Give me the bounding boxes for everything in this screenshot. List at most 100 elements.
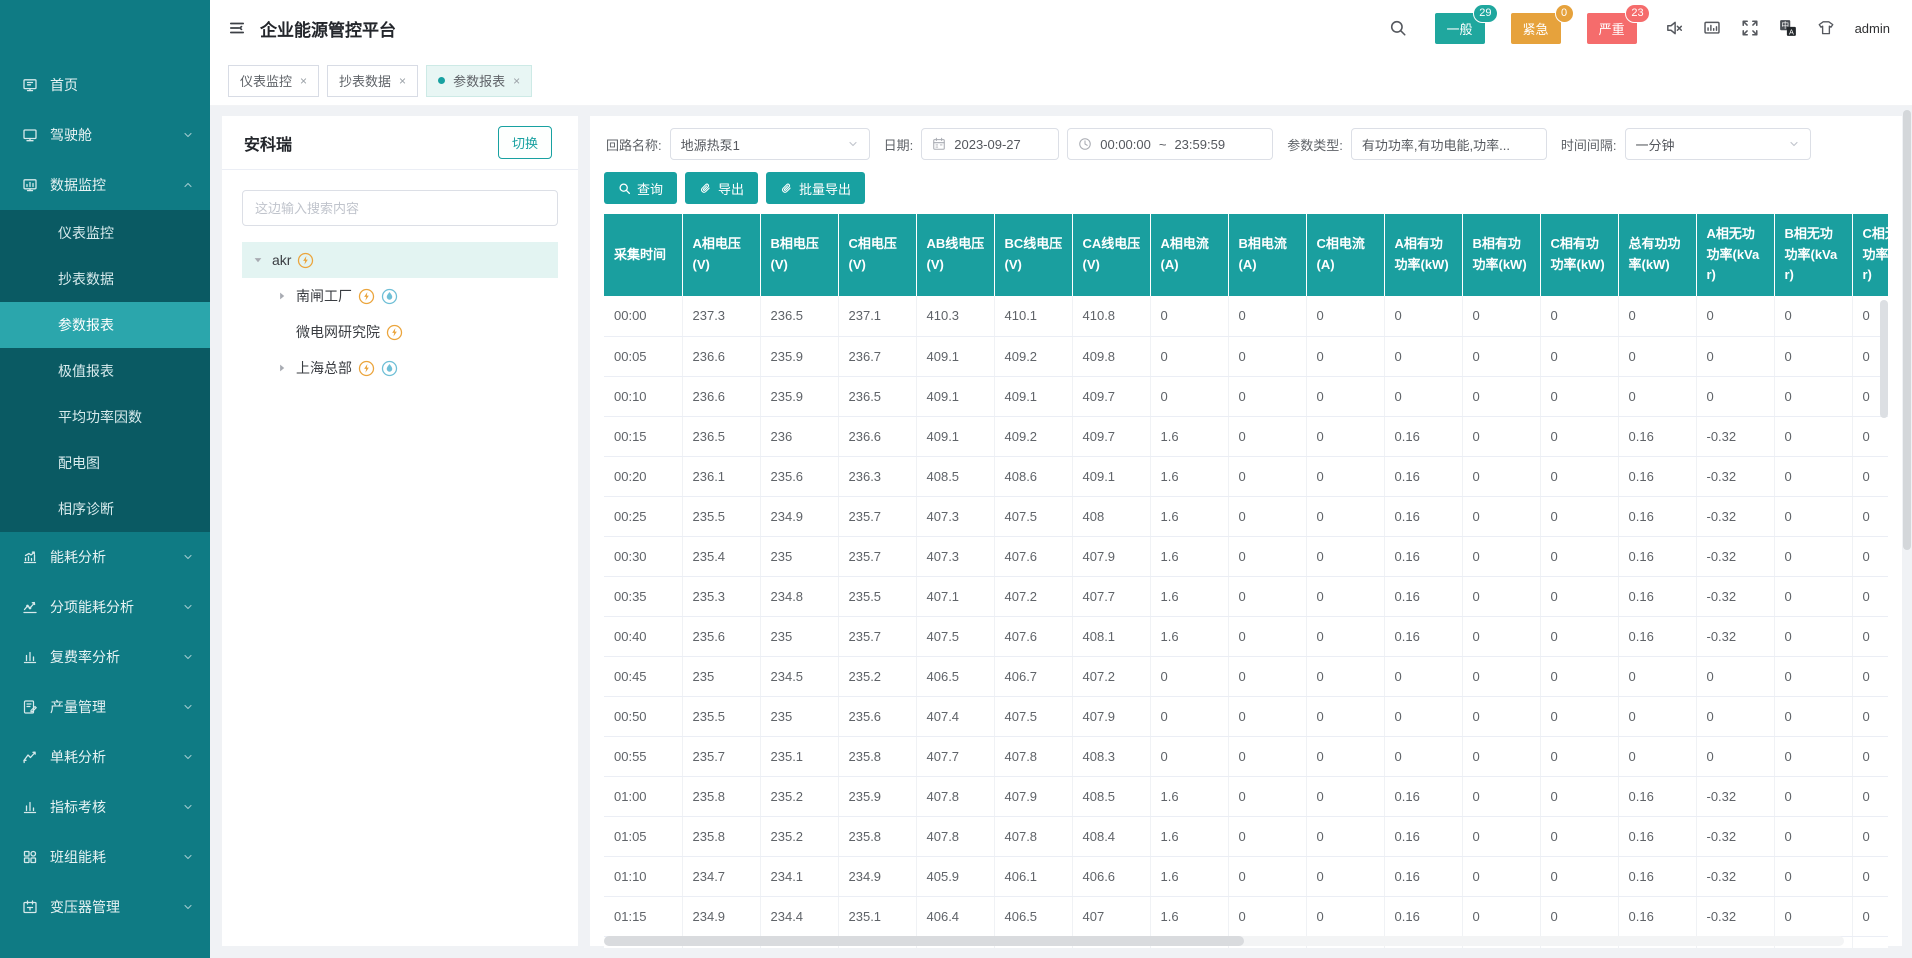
query-button[interactable]: 查询	[604, 172, 677, 204]
table-cell: 237.3	[682, 296, 760, 336]
caret-collapsed-icon[interactable]	[274, 290, 290, 302]
sidebar-item-team-energy[interactable]: 班组能耗	[0, 832, 210, 882]
table-cell: 0.16	[1618, 416, 1696, 456]
sidebar-item-kpi-assessment[interactable]: 指标考核	[0, 782, 210, 832]
table-cell: 01:00	[604, 776, 682, 816]
theme-icon[interactable]	[1817, 19, 1835, 37]
table-row[interactable]: 00:50235.5235235.6407.4407.5407.90000000…	[604, 696, 1888, 736]
tree-node-akr[interactable]: akr	[242, 242, 558, 278]
date-picker[interactable]: 2023-09-27	[921, 128, 1059, 160]
column-header: 总有功功率(kW)	[1618, 214, 1696, 296]
table-cell: 0	[1540, 416, 1618, 456]
alarm-badge-count: 23	[1625, 4, 1649, 23]
table-cell: 234.9	[838, 856, 916, 896]
horizontal-scrollbar[interactable]	[604, 936, 1844, 946]
table-row[interactable]: 00:30235.4235235.7407.3407.6407.91.6000.…	[604, 536, 1888, 576]
sidebar-subitem-meter-reading-data[interactable]: 抄表数据	[0, 256, 210, 302]
interval-select[interactable]: 一分钟	[1625, 128, 1811, 160]
table-cell: 0	[1384, 376, 1462, 416]
username[interactable]: admin	[1855, 21, 1890, 36]
page-vertical-scrollbar-thumb[interactable]	[1903, 110, 1911, 550]
sidebar-item-unit-consumption-analysis[interactable]: 单耗分析	[0, 732, 210, 782]
fullscreen-icon[interactable]	[1741, 19, 1759, 37]
clock-icon	[1078, 137, 1092, 151]
tree-node-microgrid-institute[interactable]: 微电网研究院	[242, 314, 558, 350]
search-icon[interactable]	[1389, 19, 1407, 37]
table-cell: 0	[1462, 536, 1540, 576]
tree-node-nanzha-factory[interactable]: 南闸工厂	[242, 278, 558, 314]
sidebar-subitem-distribution-diagram[interactable]: 配电图	[0, 440, 210, 486]
sidebar-subitem-parameter-report[interactable]: 参数报表	[0, 302, 210, 348]
tree-node-shanghai-hq[interactable]: 上海总部	[242, 350, 558, 386]
tab-meter-reading-data[interactable]: 抄表数据×	[327, 65, 418, 97]
lightning-icon	[358, 360, 375, 377]
table-row[interactable]: 00:40235.6235235.7407.5407.6408.11.6000.…	[604, 616, 1888, 656]
alarm-badge-normal[interactable]: 一般29	[1435, 13, 1485, 44]
tree-search-input[interactable]	[242, 190, 558, 226]
table-row[interactable]: 00:15236.5236236.6409.1409.2409.71.6000.…	[604, 416, 1888, 456]
table-cell: 0.16	[1384, 776, 1462, 816]
caret-expanded-icon[interactable]	[250, 254, 266, 266]
table-cell: 0.16	[1618, 496, 1696, 536]
table-cell: 0	[1228, 696, 1306, 736]
switch-button[interactable]: 切换	[498, 126, 552, 159]
sidebar-subitem-phase-sequence-diagnosis[interactable]: 相序诊断	[0, 486, 210, 532]
batch-export-button[interactable]: 批量导出	[766, 172, 865, 204]
mute-icon[interactable]	[1665, 19, 1683, 37]
table-cell: 0	[1462, 656, 1540, 696]
sidebar-subitem-extreme-report[interactable]: 极值报表	[0, 348, 210, 394]
paperclip-icon	[699, 182, 712, 195]
translate-icon[interactable]: 中A	[1779, 19, 1797, 37]
page-vertical-scrollbar[interactable]	[1903, 110, 1911, 946]
table-row[interactable]: 00:45235234.5235.2406.5406.7407.20000000…	[604, 656, 1888, 696]
alarm-badge-urgent[interactable]: 紧急0	[1511, 13, 1561, 44]
sidebar-item-energy-analysis[interactable]: 能耗分析	[0, 532, 210, 582]
tab-parameter-report[interactable]: 参数报表×	[426, 65, 532, 97]
sidebar-item-data-monitoring[interactable]: 数据监控	[0, 160, 210, 210]
screen-chart-icon[interactable]	[1703, 19, 1721, 37]
table-row[interactable]: 01:00235.8235.2235.9407.8407.9408.51.600…	[604, 776, 1888, 816]
table-row[interactable]: 01:15234.9234.4235.1406.4406.54071.6000.…	[604, 896, 1888, 936]
sidebar-item-cockpit[interactable]: 驾驶舱	[0, 110, 210, 160]
tab-close-icon[interactable]: ×	[300, 74, 307, 88]
table-row[interactable]: 01:05235.8235.2235.8407.8407.8408.41.600…	[604, 816, 1888, 856]
data-monitor-icon	[22, 177, 38, 193]
time-range-picker[interactable]: 00:00:00 ~ 23:59:59	[1067, 128, 1273, 160]
table-row[interactable]: 00:25235.5234.9235.7407.3407.54081.6000.…	[604, 496, 1888, 536]
sidebar-item-home[interactable]: 首页	[0, 60, 210, 110]
table-row[interactable]: 00:10236.6235.9236.5409.1409.1409.700000…	[604, 376, 1888, 416]
table-row[interactable]: 00:20236.1235.6236.3408.5408.6409.11.600…	[604, 456, 1888, 496]
sidebar-item-sub-item-energy-analysis[interactable]: 分项能耗分析	[0, 582, 210, 632]
table-row[interactable]: 00:00237.3236.5237.1410.3410.1410.800000…	[604, 296, 1888, 336]
sidebar-item-tariff-analysis[interactable]: 复费率分析	[0, 632, 210, 682]
table-row[interactable]: 00:55235.7235.1235.8407.7407.8408.300000…	[604, 736, 1888, 776]
horizontal-scrollbar-thumb[interactable]	[604, 936, 1244, 946]
unit-consumption-icon	[22, 749, 38, 765]
sidebar-subitem-avg-power-factor[interactable]: 平均功率因数	[0, 394, 210, 440]
table-cell: 0	[1774, 576, 1852, 616]
circuit-select[interactable]: 地源热泵1	[670, 128, 870, 160]
table-cell: 0	[1462, 696, 1540, 736]
table-cell: 01:10	[604, 856, 682, 896]
table-cell: 0	[1540, 376, 1618, 416]
table-row[interactable]: 00:35235.3234.8235.5407.1407.2407.71.600…	[604, 576, 1888, 616]
table-row[interactable]: 00:05236.6235.9236.7409.1409.2409.800000…	[604, 336, 1888, 376]
sidebar-item-production-management[interactable]: 产量管理	[0, 682, 210, 732]
table-cell: 0	[1462, 616, 1540, 656]
export-button[interactable]: 导出	[685, 172, 758, 204]
tab-close-icon[interactable]: ×	[399, 74, 406, 88]
param-type-select[interactable]: 有功功率,有功电能,功率...	[1351, 128, 1547, 160]
table-row[interactable]: 01:10234.7234.1234.9405.9406.1406.61.600…	[604, 856, 1888, 896]
tab-close-icon[interactable]: ×	[513, 74, 520, 88]
table-vertical-scrollbar-thumb[interactable]	[1880, 300, 1888, 418]
sidebar-subitem-meter-monitoring[interactable]: 仪表监控	[0, 210, 210, 256]
table-cell: 407.1	[916, 576, 994, 616]
alarm-badge-severe[interactable]: 严重23	[1587, 13, 1637, 44]
table-cell: 00:40	[604, 616, 682, 656]
tab-meter-monitoring[interactable]: 仪表监控×	[228, 65, 319, 97]
caret-collapsed-icon[interactable]	[274, 362, 290, 374]
table-vertical-scrollbar[interactable]	[1880, 214, 1888, 948]
collapse-menu-icon[interactable]	[228, 19, 246, 37]
sidebar-item-transformer-management[interactable]: 变压器管理	[0, 882, 210, 932]
table-cell: 235.5	[838, 576, 916, 616]
